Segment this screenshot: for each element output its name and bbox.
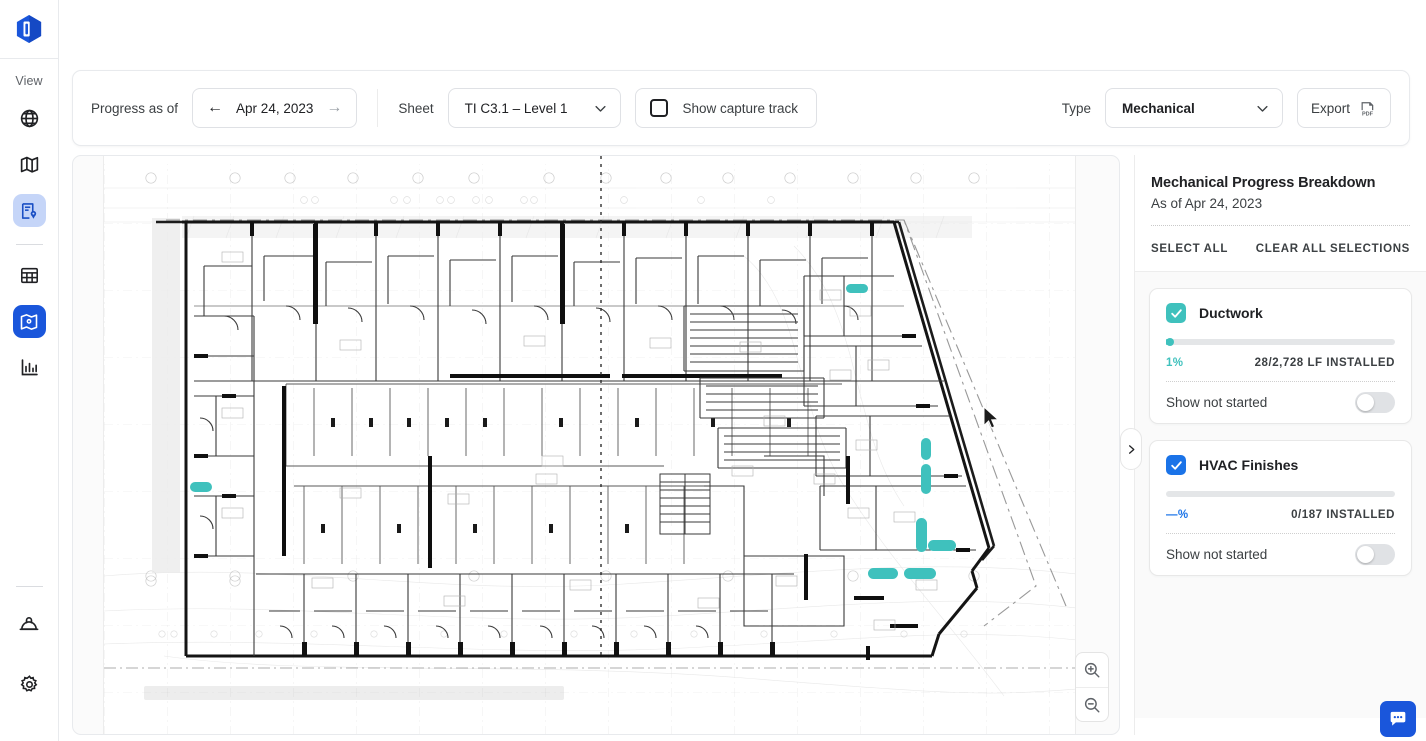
sidebar-item-globe[interactable] [13, 102, 46, 135]
rail-section-label: View [15, 74, 43, 88]
chevron-down-icon [595, 105, 607, 112]
card-checkbox[interactable] [1166, 455, 1186, 475]
progress-bar [1166, 338, 1395, 346]
show-capture-track-label: Show capture track [682, 100, 799, 116]
globe-icon [20, 109, 38, 128]
chevron-down-icon [1257, 105, 1268, 112]
zoom-in-button[interactable] [1076, 653, 1108, 687]
sidebar-item-settings[interactable] [13, 668, 46, 701]
hexagon-door-logo-icon [16, 15, 42, 43]
rail-divider [15, 244, 43, 245]
check-icon [1170, 460, 1182, 470]
toolbar-divider [377, 89, 379, 127]
clipboard-pin-icon [21, 202, 37, 219]
panel-card-list: Ductwork 1% 28/2,728 LF INSTALLED Show n… [1135, 271, 1426, 718]
show-not-started-label: Show not started [1166, 547, 1268, 562]
show-not-started-label: Show not started [1166, 395, 1268, 410]
sidebar-item-analytics[interactable] [13, 351, 46, 384]
card-header: HVAC Finishes [1166, 455, 1395, 475]
zoom-out-button[interactable] [1076, 687, 1108, 721]
rounded-square-icon [650, 99, 669, 117]
left-nav-rail: View [0, 0, 59, 741]
gear-icon [20, 675, 37, 692]
rail-divider-bottom [15, 586, 43, 587]
card-footer: Show not started [1166, 381, 1395, 413]
svg-text:PDF: PDF [1362, 111, 1374, 117]
card-checkbox[interactable] [1166, 303, 1186, 323]
pdf-icon: PDF [1361, 101, 1374, 117]
card-stats: 1% 28/2,728 LF INSTALLED [1166, 357, 1395, 381]
check-icon [1170, 308, 1182, 318]
sidebar-item-safety[interactable] [13, 609, 46, 642]
card-footer: Show not started [1166, 533, 1395, 565]
panel-subtitle: As of Apr 24, 2023 [1151, 196, 1263, 211]
installed-count: 28/2,728 LF INSTALLED [1254, 357, 1395, 369]
zoom-out-icon [1084, 697, 1100, 712]
panel-actions: SELECT ALL CLEAR ALL SELECTIONS [1135, 226, 1426, 271]
progress-card[interactable]: Ductwork 1% 28/2,728 LF INSTALLED Show n… [1149, 288, 1412, 424]
show-capture-track-toggle[interactable]: Show capture track [635, 88, 818, 128]
floorplan-svg [104, 156, 1075, 734]
zoom-controls [1075, 652, 1109, 722]
progress-bar [1166, 491, 1395, 497]
card-header: Ductwork [1166, 303, 1395, 323]
toolbar: Progress as of ← Apr 24, 2023 → Sheet TI… [72, 70, 1410, 146]
map-icon [20, 156, 38, 173]
card-title: Ductwork [1199, 305, 1263, 321]
panel-collapse-handle[interactable] [1120, 428, 1142, 470]
bar-chart-icon [21, 359, 38, 376]
export-button[interactable]: Export PDF [1296, 88, 1391, 128]
app-logo[interactable] [0, 0, 59, 59]
show-not-started-toggle[interactable] [1355, 544, 1395, 565]
floorplan-pin-icon [20, 313, 38, 330]
sidebar-item-site-report[interactable] [12, 194, 46, 227]
card-title: HVAC Finishes [1199, 457, 1299, 473]
floorplan-canvas[interactable] [72, 155, 1120, 735]
progress-panel: Mechanical Progress Breakdown As of Apr … [1134, 155, 1426, 735]
floorplan-drawing-area[interactable] [103, 156, 1076, 734]
date-stepper[interactable]: ← Apr 24, 2023 → [192, 88, 358, 128]
chevron-right-icon [1128, 444, 1134, 454]
sidebar-item-map[interactable] [13, 148, 46, 181]
type-select[interactable]: Mechanical [1104, 88, 1283, 128]
show-not-started-toggle[interactable] [1355, 392, 1395, 413]
rail-bottom-items [0, 582, 59, 741]
export-label: Export [1310, 100, 1350, 116]
installed-count: 0/187 INSTALLED [1291, 509, 1395, 521]
rail-items: View [0, 59, 59, 582]
table-icon [20, 267, 38, 284]
clear-all-selections-link[interactable]: CLEAR ALL SELECTIONS [1256, 243, 1410, 255]
zoom-in-icon [1084, 662, 1100, 678]
progress-knob [1166, 338, 1174, 346]
panel-header: Mechanical Progress Breakdown As of Apr … [1135, 155, 1426, 225]
progress-as-of-label: Progress as of [91, 100, 179, 116]
sidebar-item-floorplan[interactable] [12, 305, 46, 338]
hard-hat-icon [19, 616, 39, 630]
sheet-label: Sheet [398, 100, 434, 116]
type-label: Type [1061, 100, 1091, 116]
sidebar-item-table[interactable] [13, 259, 46, 292]
arrow-left-icon[interactable]: ← [207, 100, 223, 116]
select-all-link[interactable]: SELECT ALL [1151, 243, 1228, 255]
progress-percent: 1% [1166, 357, 1184, 369]
sheet-select[interactable]: TI C3.1 – Level 1 [447, 88, 622, 128]
card-stats: —% 0/187 INSTALLED [1166, 509, 1395, 533]
type-value: Mechanical [1121, 100, 1195, 116]
arrow-right-icon[interactable]: → [326, 100, 342, 116]
app-root: View Progress as of ← Apr 24, 2023 → She… [0, 0, 1426, 741]
progress-percent: —% [1166, 509, 1189, 521]
chat-button[interactable] [1380, 701, 1416, 737]
panel-title: Mechanical Progress Breakdown [1151, 175, 1376, 191]
chat-bubble-icon [1390, 711, 1406, 726]
date-value: Apr 24, 2023 [236, 100, 314, 116]
progress-card[interactable]: HVAC Finishes —% 0/187 INSTALLED Show no… [1149, 440, 1412, 576]
sheet-value: TI C3.1 – Level 1 [464, 100, 568, 116]
